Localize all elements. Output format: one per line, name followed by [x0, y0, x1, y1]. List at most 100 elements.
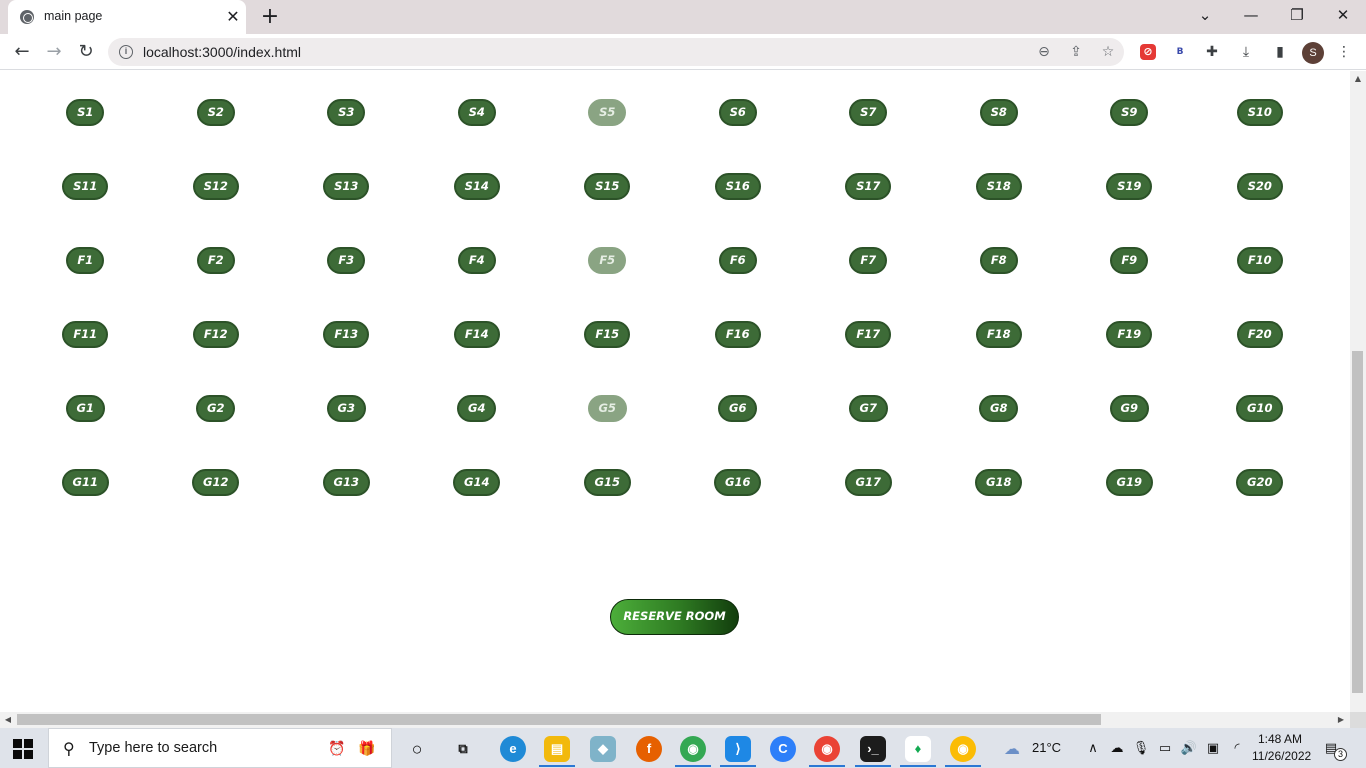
new-tab-button[interactable]: + [258, 4, 282, 30]
forward-arrow-icon[interactable]: → [40, 38, 68, 66]
seat-button-s7[interactable]: S7 [849, 99, 888, 126]
info-icon[interactable]: i [119, 45, 133, 59]
seat-button-g19[interactable]: G19 [1105, 469, 1153, 496]
seat-button-f8[interactable]: F8 [979, 247, 1018, 274]
windows-start-icon[interactable] [13, 739, 33, 759]
seat-button-s3[interactable]: S3 [327, 99, 366, 126]
seat-button-f2[interactable]: F2 [196, 247, 235, 274]
meet-now-icon[interactable]: ▣ [1204, 740, 1222, 758]
edge-browser-icon[interactable]: e [500, 736, 526, 762]
address-bar[interactable]: i localhost:3000/index.html ⊖ ⇪ ☆ [108, 38, 1124, 66]
kebab-menu-icon[interactable]: ⋮ [1334, 42, 1354, 62]
seat-button-g13[interactable]: G13 [322, 469, 370, 496]
seat-button-f1[interactable]: F1 [66, 247, 105, 274]
seat-button-s12[interactable]: S12 [192, 173, 239, 200]
share-icon[interactable]: ⇪ [1066, 42, 1086, 62]
horizontal-scroll-thumb[interactable] [17, 714, 1101, 725]
seat-button-s2[interactable]: S2 [196, 99, 235, 126]
clock-time[interactable]: 1:48 AM [1258, 732, 1302, 746]
seat-button-f11[interactable]: F11 [62, 321, 109, 348]
seat-button-g3[interactable]: G3 [326, 395, 366, 422]
horizontal-scrollbar[interactable]: ◀ ▶ [0, 712, 1350, 728]
seat-button-f12[interactable]: F12 [192, 321, 239, 348]
seat-button-g11[interactable]: G11 [61, 469, 109, 496]
seat-button-g1[interactable]: G1 [65, 395, 105, 422]
seat-button-g2[interactable]: G2 [196, 395, 236, 422]
seat-button-s19[interactable]: S19 [1106, 173, 1153, 200]
url-text[interactable]: localhost:3000/index.html [143, 44, 301, 60]
close-window-button[interactable]: ✕ [1320, 0, 1366, 30]
task-view-icon[interactable]: ⧉ [450, 736, 476, 762]
seat-button-g8[interactable]: G8 [979, 395, 1019, 422]
canva-icon[interactable]: C [770, 736, 796, 762]
seat-button-f18[interactable]: F18 [975, 321, 1022, 348]
seat-button-s17[interactable]: S17 [845, 173, 892, 200]
seat-button-s15[interactable]: S15 [584, 173, 631, 200]
speaker-icon[interactable]: 🔊 [1180, 740, 1198, 758]
seat-button-g16[interactable]: G16 [714, 469, 762, 496]
scroll-right-arrow-icon[interactable]: ▶ [1336, 715, 1346, 725]
notes-app-icon[interactable]: ◆ [590, 736, 616, 762]
seat-button-s9[interactable]: S9 [1110, 99, 1149, 126]
vertical-scroll-thumb[interactable] [1352, 351, 1363, 693]
seat-button-f20[interactable]: F20 [1236, 321, 1283, 348]
seat-button-f13[interactable]: F13 [323, 321, 370, 348]
seat-button-g20[interactable]: G20 [1236, 469, 1284, 496]
chevron-up-icon[interactable]: ∧ [1084, 740, 1102, 758]
weather-cloud-icon[interactable]: ☁ [1000, 740, 1024, 758]
vscode-icon[interactable]: ⟩ [725, 736, 751, 762]
seat-button-g14[interactable]: G14 [453, 469, 501, 496]
seat-button-s16[interactable]: S16 [714, 173, 761, 200]
seat-button-g12[interactable]: G12 [192, 469, 240, 496]
browser-tab[interactable]: main page ✕ [8, 0, 246, 34]
tab-close-button[interactable]: ✕ [223, 7, 243, 27]
seat-button-g4[interactable]: G4 [457, 395, 497, 422]
seat-button-g15[interactable]: G15 [583, 469, 631, 496]
terminal-icon[interactable]: ›_ [860, 736, 886, 762]
minimize-button[interactable]: — [1228, 0, 1274, 30]
seat-button-s8[interactable]: S8 [979, 99, 1018, 126]
tab-search-button[interactable]: ⌄ [1182, 0, 1228, 30]
wifi-icon[interactable]: ◜ [1228, 740, 1246, 758]
cortana-icon[interactable]: ○ [404, 736, 430, 762]
seat-button-f6[interactable]: F6 [718, 247, 757, 274]
seat-button-f17[interactable]: F17 [845, 321, 892, 348]
taskbar-search-box[interactable]: ⚲ Type here to search ⏰ 🎁 [48, 728, 392, 768]
seat-button-s10[interactable]: S10 [1236, 99, 1283, 126]
seat-button-g7[interactable]: G7 [848, 395, 888, 422]
chrome-second-icon[interactable]: ◉ [950, 736, 976, 762]
seat-button-f14[interactable]: F14 [453, 321, 500, 348]
seat-button-f16[interactable]: F16 [714, 321, 761, 348]
seat-button-f15[interactable]: F15 [584, 321, 631, 348]
mongodb-icon[interactable]: ♦ [905, 736, 931, 762]
zoom-out-icon[interactable]: ⊖ [1034, 42, 1054, 62]
chrome-icon[interactable]: ◉ [680, 736, 706, 762]
onedrive-cloud-icon[interactable]: ☁ [1108, 740, 1126, 758]
weather-temperature[interactable]: 21°C [1032, 740, 1061, 755]
seat-button-g18[interactable]: G18 [975, 469, 1023, 496]
seat-button-s20[interactable]: S20 [1236, 173, 1283, 200]
seat-button-g17[interactable]: G17 [844, 469, 892, 496]
reload-icon[interactable]: ↻ [72, 38, 100, 66]
seat-button-s13[interactable]: S13 [323, 173, 370, 200]
file-explorer-icon[interactable]: ▤ [544, 736, 570, 762]
adblock-extension-icon[interactable]: ⊘ [1140, 44, 1156, 60]
seat-button-s4[interactable]: S4 [457, 99, 496, 126]
vertical-scrollbar[interactable]: ▲ [1350, 71, 1366, 712]
bookmark-star-icon[interactable]: ☆ [1098, 42, 1118, 62]
seat-button-f7[interactable]: F7 [849, 247, 888, 274]
side-panel-icon[interactable]: ▮ [1270, 42, 1290, 62]
profile-avatar[interactable]: S [1302, 42, 1324, 64]
restore-button[interactable]: ❐ [1274, 0, 1320, 30]
chrome-profile-icon[interactable]: ◉ [814, 736, 840, 762]
seat-button-f10[interactable]: F10 [1236, 247, 1283, 274]
extensions-puzzle-icon[interactable]: ✚ [1202, 42, 1222, 62]
seat-button-g10[interactable]: G10 [1236, 395, 1284, 422]
seat-button-f19[interactable]: F19 [1106, 321, 1153, 348]
seat-button-s11[interactable]: S11 [62, 173, 109, 200]
seat-button-s14[interactable]: S14 [453, 173, 500, 200]
firefox-icon[interactable]: f [636, 736, 662, 762]
seat-button-g9[interactable]: G9 [1109, 395, 1149, 422]
reserve-room-button[interactable]: RESERVE ROOM [610, 599, 739, 635]
battery-icon[interactable]: ▭ [1156, 740, 1174, 758]
